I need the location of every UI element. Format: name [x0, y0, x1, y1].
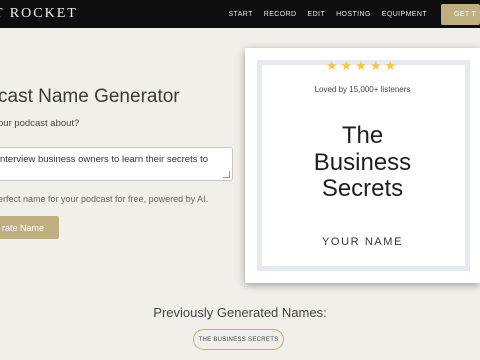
page-title: cast Name Generator	[0, 86, 180, 107]
cover-title-line: The	[341, 122, 384, 149]
topic-input-value: nterview business owners to learn their …	[0, 154, 209, 165]
listener-count-text: Loved by 15,000+ listeners	[314, 85, 411, 94]
nav-item-hosting[interactable]: HOSTING	[336, 11, 371, 18]
previous-name-chip[interactable]: THE BUSINESS SECRETS	[193, 329, 284, 350]
generate-button-label: rate Name	[2, 222, 45, 233]
nav-item-start[interactable]: START	[228, 11, 252, 18]
cover-title-line: Secrets	[321, 175, 404, 202]
nav-item-edit[interactable]: EDIT	[308, 11, 326, 18]
generate-name-button[interactable]: rate Name	[0, 216, 59, 239]
cover-author: YOUR NAME	[321, 236, 404, 248]
rating-stars-icon: ★★★★★	[325, 58, 400, 73]
podcast-topic-input[interactable]: nterview business owners to learn their …	[0, 147, 233, 181]
resize-handle-icon[interactable]	[223, 171, 230, 178]
cover-title-line: Business	[313, 148, 412, 176]
top-nav-bar: T ROCKET START RECORD EDIT HOSTING EQUIP…	[0, 0, 480, 28]
brand-logo[interactable]: T ROCKET	[0, 6, 78, 22]
cover-title: The Business Secrets	[245, 122, 480, 203]
nav-item-equipment[interactable]: EQUIPMENT	[382, 11, 427, 18]
previous-names-heading: Previously Generated Names:	[153, 305, 327, 320]
main-nav: START RECORD EDIT HOSTING EQUIPMENT GET …	[217, 0, 480, 28]
nav-item-record[interactable]: RECORD	[264, 11, 297, 18]
topic-question-label: our podcast about?	[0, 118, 80, 129]
get-started-button[interactable]: GET T	[441, 3, 480, 25]
helper-text: erfect name for your podcast for free, p…	[0, 194, 209, 204]
